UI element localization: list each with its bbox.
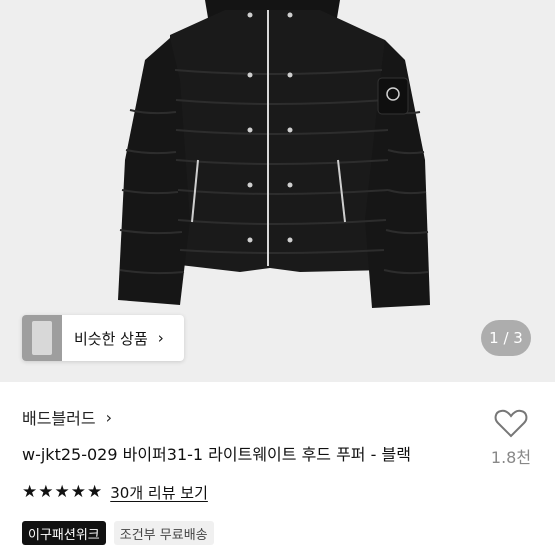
- similar-products-button[interactable]: 비슷한 상품 ›: [22, 315, 184, 361]
- shop-link[interactable]: 배드블러드 ›: [22, 405, 112, 429]
- chevron-right-icon: ›: [157, 329, 164, 347]
- similar-product-thumbnail: [22, 315, 62, 361]
- image-pager-indicator: 1 / 3: [481, 320, 531, 356]
- like-count: 1.8천: [490, 448, 532, 467]
- like-button[interactable]: 1.8천: [486, 408, 536, 468]
- heart-icon: [494, 409, 528, 438]
- shipping-badge: 조건부 무료배송: [113, 521, 214, 545]
- chevron-right-icon: ›: [105, 407, 113, 427]
- star-rating: ★ ★ ★ ★ ★: [22, 484, 102, 501]
- star-icon: ★: [70, 482, 86, 502]
- product-image-gallery[interactable]: 비슷한 상품 › 1 / 3: [0, 0, 555, 382]
- rating-row: ★ ★ ★ ★ ★ 30개 리뷰 보기: [22, 482, 208, 503]
- star-icon: ★: [87, 482, 103, 502]
- star-icon: ★: [54, 482, 70, 502]
- star-icon: ★: [38, 482, 54, 502]
- star-icon: ★: [22, 482, 38, 502]
- shop-name: 배드블러드: [22, 409, 96, 428]
- view-reviews-link[interactable]: 30개 리뷰 보기: [110, 482, 208, 503]
- event-badge: 이구패션위크: [22, 521, 106, 545]
- product-title: w-jkt25-029 바이퍼31-1 라이트웨이트 후드 푸퍼 - 블랙: [22, 445, 411, 464]
- badge-row: 이구패션위크 조건부 무료배송: [22, 521, 214, 545]
- similar-products-label: 비슷한 상품: [74, 329, 148, 348]
